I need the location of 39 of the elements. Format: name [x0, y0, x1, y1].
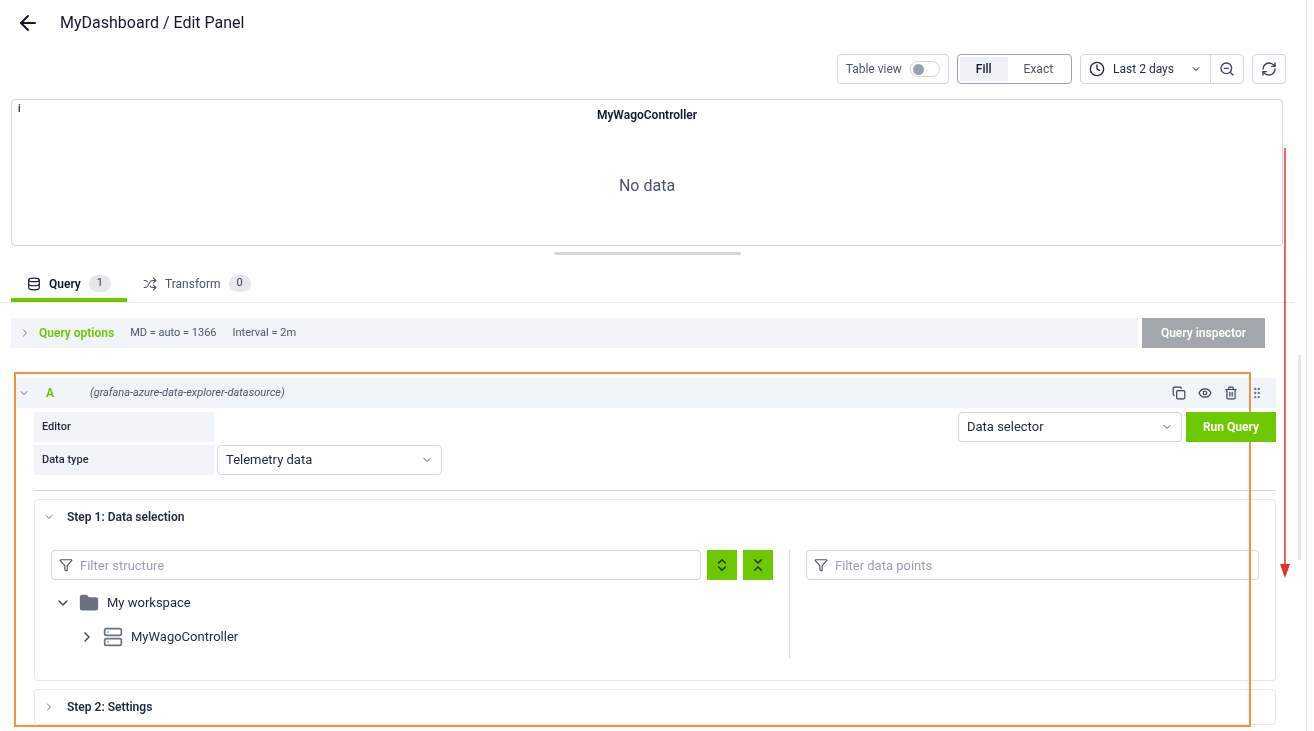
- table-view-toggle[interactable]: Table view: [836, 54, 949, 84]
- delete-icon[interactable]: [1224, 386, 1238, 400]
- filter-data-points-field[interactable]: Filter data points: [806, 550, 1259, 580]
- refresh-button[interactable]: [1252, 54, 1286, 84]
- database-icon: [27, 276, 41, 291]
- zoom-out-icon: [1219, 61, 1235, 77]
- folder-icon: [79, 593, 99, 613]
- page-title: MyDashboard / Edit Panel: [60, 12, 245, 34]
- fit-option[interactable]: Exact: [1007, 57, 1070, 81]
- info-icon[interactable]: i: [18, 101, 21, 116]
- field-label: Data type: [34, 445, 214, 475]
- expand-all-button[interactable]: [707, 550, 737, 580]
- filter-structure-field[interactable]: Filter structure: [51, 550, 701, 580]
- resize-handle[interactable]: [553, 252, 741, 255]
- query-option-detail: Interval = 2m: [232, 324, 297, 341]
- no-data-message: No data: [617, 175, 677, 197]
- query-ref: A: [46, 385, 56, 402]
- refresh-icon: [1261, 61, 1277, 77]
- tab[interactable]: Query 1: [11, 269, 127, 302]
- filter-icon: [59, 558, 73, 572]
- field-label: Editor: [34, 412, 214, 442]
- tab[interactable]: Transform 0: [127, 269, 267, 302]
- data-type-select[interactable]: Telemetry data: [217, 445, 442, 475]
- filter-icon: [814, 558, 828, 572]
- eye-icon[interactable]: [1198, 386, 1212, 400]
- step-title[interactable]: Step 1: Data selection: [67, 508, 185, 526]
- fit-option[interactable]: Fill: [959, 57, 1008, 81]
- query-option-detail: MD = auto = 1366: [130, 324, 217, 341]
- clock-icon: [1089, 61, 1106, 77]
- step-title[interactable]: Step 2: Settings: [67, 698, 153, 716]
- datasource-name: (grafana-azure-data-explorer-datasource): [90, 384, 285, 401]
- tree-item[interactable]: MyWagoController: [131, 627, 239, 647]
- transform-icon: [143, 276, 157, 291]
- panel-title: MyWagoController: [596, 107, 698, 124]
- tree-item[interactable]: My workspace: [107, 593, 191, 613]
- device-icon: [103, 627, 123, 647]
- collapse-all-button[interactable]: [743, 550, 773, 580]
- copy-icon[interactable]: [1172, 386, 1186, 400]
- editor-mode-select[interactable]: Data selector: [958, 412, 1182, 442]
